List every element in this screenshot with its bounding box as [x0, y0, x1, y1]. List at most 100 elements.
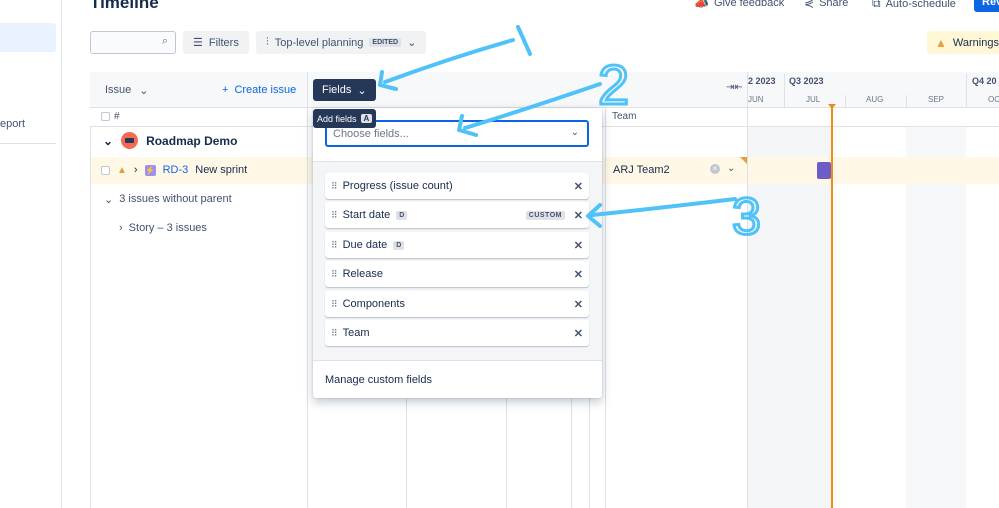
group-row[interactable]: ⌄ 3 issues without parent — [104, 193, 232, 206]
date-type-badge: D — [393, 240, 405, 250]
field-label: Progress (issue count) — [342, 180, 453, 192]
sidebar-item-report[interactable]: eport — [0, 118, 25, 130]
field-item[interactable]: ⠿ Start date D CUSTOM ✕ — [325, 202, 589, 228]
warnings-button[interactable]: ▲ Warnings — [927, 31, 999, 54]
past-shade — [747, 127, 831, 508]
auto-schedule-label: Auto-schedule — [885, 0, 956, 10]
remove-icon[interactable]: ✕ — [574, 180, 583, 193]
today-line — [831, 108, 833, 508]
team-cell[interactable]: ARJ Team2 — [613, 164, 670, 176]
sidebar-selected-item[interactable] — [0, 23, 56, 52]
field-label: Team — [342, 327, 370, 339]
chevron-down-icon: ⌄ — [570, 127, 579, 138]
megaphone-icon: 📣 — [694, 0, 709, 10]
filters-label: Filters — [208, 36, 239, 49]
issue-column-dropdown[interactable]: Issue ⌄ — [105, 84, 149, 97]
search-icon: ⌕ — [161, 35, 168, 47]
planning-dropdown[interactable]: ⫶ Top-level planning EDITED ⌄ — [256, 31, 427, 54]
create-issue-button[interactable]: + Create issue — [222, 84, 296, 96]
add-fields-tooltip: Add fields A — [313, 109, 377, 128]
warning-icon: ▲ — [117, 164, 127, 176]
weekend-shade — [906, 127, 966, 508]
give-feedback-button[interactable]: 📣 Give feedback — [694, 0, 784, 10]
choose-fields-placeholder: Choose fields... — [333, 127, 409, 140]
remove-icon[interactable]: ✕ — [574, 239, 583, 252]
field-item[interactable]: ⠿ Team ✕ — [325, 320, 589, 346]
collapse-columns-icon[interactable]: ⇥⇤ — [726, 82, 743, 93]
warning-icon: ▲ — [935, 35, 947, 50]
remove-icon[interactable]: ✕ — [574, 327, 583, 340]
manage-custom-fields-link[interactable]: Manage custom fields — [325, 374, 432, 386]
drag-handle-icon[interactable]: ⠿ — [331, 181, 338, 192]
filters-button[interactable]: ☰ Filters — [183, 31, 249, 54]
chevron-down-icon[interactable]: ⌄ — [103, 134, 113, 148]
annotation-mark-1 — [516, 25, 532, 56]
project-logo — [121, 132, 139, 149]
field-item[interactable]: ⠿ Due date D ✕ — [325, 232, 589, 258]
epic-icon: ⚡ — [144, 164, 156, 176]
chevron-right-icon[interactable]: › — [134, 164, 138, 176]
row-checkbox[interactable] — [101, 165, 110, 175]
quarter-label: Q4 20 — [972, 76, 997, 86]
review-button[interactable]: Rev — [974, 0, 999, 12]
field-item[interactable]: ⠿ Release ✕ — [325, 261, 589, 287]
issue-row-content[interactable]: ▲ › ⚡ RD-3 New sprint — [101, 164, 247, 176]
left-sidebar: eport — [0, 0, 62, 508]
month-divider — [845, 95, 846, 108]
field-label: Start date — [342, 209, 391, 221]
story-group-row[interactable]: › Story – 3 issues — [119, 222, 207, 234]
page-title: Timeline — [90, 0, 159, 12]
clear-icon[interactable]: × — [710, 164, 720, 174]
hierarchy-icon: ⫶ — [266, 36, 269, 48]
shortcut-key: A — [360, 114, 373, 123]
month-divider — [906, 95, 907, 108]
field-label: Release — [342, 268, 383, 280]
column-divider — [406, 398, 407, 508]
project-name: Roadmap Demo — [146, 133, 238, 148]
issue-key[interactable]: RD-3 — [163, 164, 189, 176]
share-label: Share — [819, 0, 849, 9]
auto-schedule-button[interactable]: ⧉ Auto-schedule — [872, 0, 956, 11]
drag-handle-icon[interactable]: ⠿ — [331, 269, 338, 280]
drag-handle-icon[interactable]: ⠿ — [331, 328, 338, 339]
month-label: SEP — [928, 95, 945, 104]
create-issue-label: Create issue — [234, 84, 297, 96]
select-all-checkbox[interactable] — [101, 112, 110, 121]
fields-button[interactable]: Fields ⌄ — [313, 79, 376, 101]
column-divider — [605, 108, 606, 508]
field-item[interactable]: ⠿ Progress (issue count) ✕ — [325, 173, 589, 199]
drag-handle-icon[interactable]: ⠿ — [331, 299, 338, 310]
timeline-bar[interactable] — [817, 162, 831, 179]
timeline-divider — [747, 72, 748, 508]
field-item[interactable]: ⠿ Components ✕ — [325, 291, 589, 317]
search-input[interactable]: ⌕ — [90, 31, 176, 54]
remove-icon[interactable]: ✕ — [574, 268, 583, 281]
warnings-label: Warnings — [952, 36, 999, 49]
drag-handle-icon[interactable]: ⠿ — [331, 210, 338, 221]
field-label: Components — [342, 298, 405, 310]
plus-icon: + — [222, 84, 229, 96]
fields-label: Fields — [322, 84, 352, 96]
drag-handle-icon[interactable]: ⠿ — [331, 240, 338, 251]
quarter-divider — [784, 74, 785, 108]
sidebar-divider — [0, 143, 56, 144]
project-row[interactable]: ⌄ Roadmap Demo — [103, 132, 237, 149]
column-divider — [571, 398, 572, 508]
auto-schedule-icon: ⧉ — [872, 0, 881, 10]
team-column-header[interactable]: Team — [612, 111, 636, 122]
hash-header: # — [114, 111, 120, 122]
quarter-label: 2 2023 — [748, 76, 776, 86]
share-icon: ⋞ — [804, 0, 815, 10]
remove-icon[interactable]: ✕ — [574, 298, 583, 311]
quarter-divider — [966, 74, 967, 108]
date-type-badge: D — [396, 210, 408, 220]
chevron-down-icon[interactable]: ⌄ — [727, 163, 735, 174]
select-all-row[interactable]: # — [101, 111, 120, 122]
chevron-down-icon: ⌄ — [104, 194, 114, 206]
remove-icon[interactable]: ✕ — [574, 209, 583, 222]
column-divider — [589, 398, 590, 508]
month-label: AUG — [866, 95, 884, 104]
story-group-label: Story – 3 issues — [128, 222, 207, 234]
share-button[interactable]: ⋞ Share — [804, 0, 848, 10]
chevron-down-icon: ⌄ — [407, 37, 417, 49]
